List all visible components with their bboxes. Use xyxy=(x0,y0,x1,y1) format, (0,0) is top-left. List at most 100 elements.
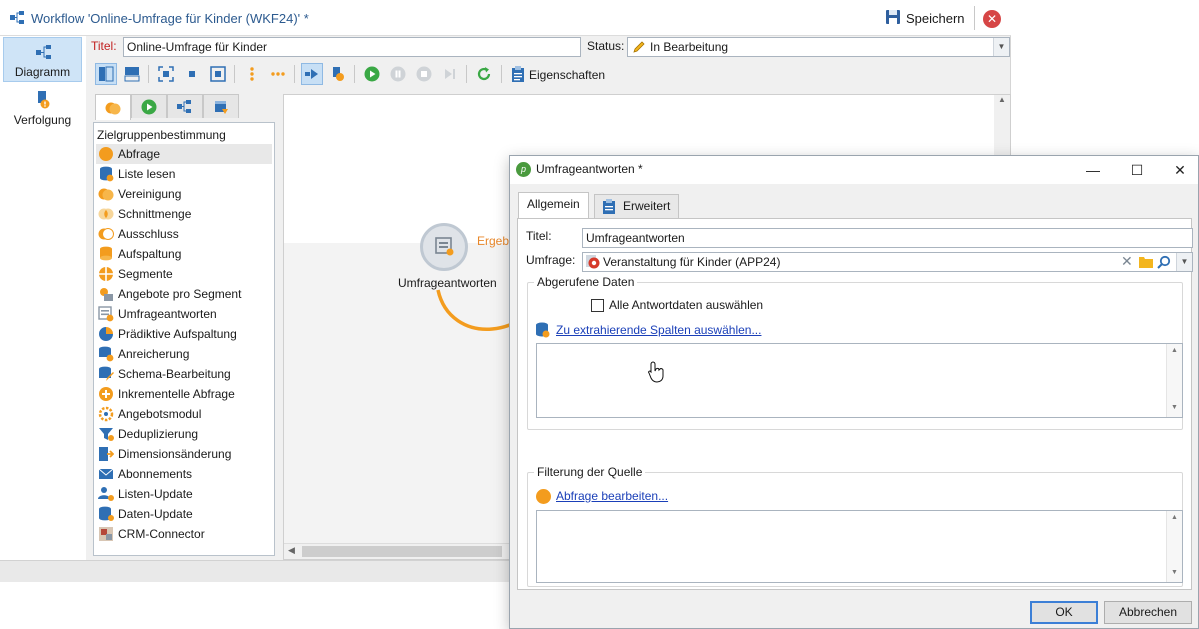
survey-responses-icon xyxy=(98,306,114,322)
palette-item-label: Aufspaltung xyxy=(118,247,182,261)
list-update-icon xyxy=(98,486,114,502)
tab-targeting[interactable] xyxy=(95,94,131,120)
properties-button[interactable]: Eigenschaften xyxy=(511,64,605,86)
filter-scrollbar[interactable]: ▲ ▼ xyxy=(1166,511,1182,582)
predictive-split-icon xyxy=(98,326,114,342)
nav-item-diagram[interactable]: Diagramm xyxy=(3,37,82,82)
chevron-down-icon[interactable]: ▼ xyxy=(993,38,1009,56)
title-label: Titel: xyxy=(91,39,117,53)
save-label: Speichern xyxy=(906,10,965,26)
tab-flow-control[interactable] xyxy=(131,94,167,118)
pause-button[interactable] xyxy=(387,63,409,85)
align-horizontal-button[interactable] xyxy=(267,63,289,85)
tab-advanced[interactable]: Erweitert xyxy=(594,194,680,218)
nav-item-tracking[interactable]: Verfolgung xyxy=(3,86,82,131)
title-input[interactable]: Online-Umfrage für Kinder xyxy=(123,37,581,57)
crm-connector-icon xyxy=(98,526,114,542)
search-icon[interactable] xyxy=(1157,255,1171,272)
close-icon[interactable]: ✕ xyxy=(983,10,1001,28)
dimension-change-icon xyxy=(98,446,115,462)
zoom-normal-button[interactable] xyxy=(181,63,203,85)
palette-item-incremental-query[interactable]: Inkrementelle Abfrage xyxy=(96,384,272,404)
offers-per-segment-icon xyxy=(98,286,114,302)
split-icon xyxy=(98,246,114,262)
all-answers-option[interactable]: Alle Antwortdaten auswählen xyxy=(591,298,763,312)
palette-item-predictive-split[interactable]: Prädiktive Aufspaltung xyxy=(96,324,272,344)
palette-item-offers-per-segment[interactable]: Angebote pro Segment xyxy=(96,284,272,304)
palette-item-exclusion[interactable]: Ausschluss xyxy=(96,224,272,244)
palette-item-label: Angebotsmodul xyxy=(118,407,202,421)
palette-item-split[interactable]: Aufspaltung xyxy=(96,244,272,264)
palette-item-query[interactable]: Abfrage xyxy=(96,144,272,164)
filter-preview-area[interactable]: ▲ ▼ xyxy=(536,510,1183,583)
step-button[interactable] xyxy=(439,63,461,85)
nav-item-label: Diagramm xyxy=(14,65,71,79)
maximize-icon[interactable]: ☐ xyxy=(1127,160,1147,180)
cancel-button[interactable]: Abbrechen xyxy=(1104,601,1192,624)
toolbar-separator xyxy=(466,65,467,83)
enrichment-icon xyxy=(98,346,114,362)
select-columns-link[interactable]: Zu extrahierende Spalten auswählen... xyxy=(556,323,761,337)
clear-icon[interactable]: ✕ xyxy=(1121,253,1133,270)
start-button[interactable] xyxy=(361,63,383,85)
minimize-icon[interactable]: — xyxy=(1083,160,1103,180)
palette-item-read-list[interactable]: Liste lesen xyxy=(96,164,272,184)
palette-item-segments[interactable]: Segmente xyxy=(96,264,272,284)
survey-responses-dialog: p Umfrageantworten * — ☐ ✕ Allgemein Erw… xyxy=(509,155,1199,629)
scroll-up-icon[interactable]: ▲ xyxy=(994,95,1010,104)
palette-item-crm-connector[interactable]: CRM-Connector xyxy=(96,524,272,544)
edit-query-link[interactable]: Abfrage bearbeiten... xyxy=(556,489,668,503)
all-answers-label: Alle Antwortdaten auswählen xyxy=(609,298,764,312)
tab-general[interactable]: Allgemein xyxy=(518,192,589,219)
union-icon xyxy=(98,186,114,202)
palette-item-union[interactable]: Vereinigung xyxy=(96,184,272,204)
zoom-expand-button[interactable] xyxy=(207,63,229,85)
scroll-left-icon[interactable]: ◀ xyxy=(288,545,295,556)
canvas-vertical-scrollbar[interactable]: ▲ xyxy=(994,95,1010,155)
palette-item-enrichment[interactable]: Anreicherung xyxy=(96,344,272,364)
all-answers-checkbox[interactable] xyxy=(591,298,604,312)
incremental-query-icon xyxy=(98,386,114,402)
palette-item-label: Prädiktive Aufspaltung xyxy=(118,327,237,341)
survey-icon: p xyxy=(516,162,531,177)
ok-button[interactable]: OK xyxy=(1030,601,1098,624)
align-vertical-button[interactable] xyxy=(241,63,263,85)
chevron-down-icon[interactable]: ▼ xyxy=(1176,253,1192,271)
title-field[interactable]: Umfrageantworten xyxy=(582,228,1193,248)
tracking-icon xyxy=(35,91,51,112)
palette-item-intersection[interactable]: Schnittmenge xyxy=(96,204,272,224)
zoom-fit-button[interactable] xyxy=(155,63,177,85)
list-scrollbar[interactable]: ▲ ▼ xyxy=(1166,344,1182,417)
diagram-icon xyxy=(36,44,52,63)
palette-item-list-update[interactable]: Listen-Update xyxy=(96,484,272,504)
survey-value: Veranstaltung für Kinder (APP24) xyxy=(603,255,781,269)
palette-item-label: Deduplizierung xyxy=(118,427,199,441)
stop-button[interactable] xyxy=(413,63,435,85)
palette-item-schema-edit[interactable]: Schema-Bearbeitung xyxy=(96,364,272,384)
save-button[interactable]: Speichern xyxy=(877,6,973,30)
status-select[interactable]: In Bearbeitung ▼ xyxy=(627,37,1010,57)
layout-vertical-button[interactable] xyxy=(95,63,117,85)
folder-icon[interactable] xyxy=(1139,256,1153,271)
palette-item-dimension-change[interactable]: Dimensionsänderung xyxy=(96,444,272,464)
close-icon[interactable]: ✕ xyxy=(1170,160,1190,180)
palette-item-label: Dimensionsänderung xyxy=(118,447,232,461)
palette-item-data-update[interactable]: Daten-Update xyxy=(96,504,272,524)
selected-columns-list[interactable]: ▲ ▼ xyxy=(536,343,1183,418)
layout-horizontal-button[interactable] xyxy=(121,63,143,85)
transitions-button[interactable] xyxy=(301,63,323,85)
palette-item-offer-engine[interactable]: Angebotsmodul xyxy=(96,404,272,424)
tab-events[interactable] xyxy=(203,94,239,118)
tracking-toggle-button[interactable] xyxy=(327,63,349,85)
query-icon xyxy=(98,146,114,162)
survey-field[interactable]: Veranstaltung für Kinder (APP24) ✕ ▼ xyxy=(582,252,1193,272)
palette-item-label: Listen-Update xyxy=(118,487,193,501)
palette-item-subscriptions[interactable]: Abonnements xyxy=(96,464,272,484)
scrollbar-thumb[interactable] xyxy=(302,546,502,557)
refresh-button[interactable] xyxy=(473,63,495,85)
window-title: Workflow 'Online-Umfrage für Kinder (WKF… xyxy=(31,11,309,26)
palette-item-survey-responses[interactable]: Umfrageantworten xyxy=(96,304,272,324)
palette-item-label: Segmente xyxy=(118,267,173,281)
tab-actions[interactable] xyxy=(167,94,203,118)
palette-item-deduplication[interactable]: Deduplizierung xyxy=(96,424,272,444)
